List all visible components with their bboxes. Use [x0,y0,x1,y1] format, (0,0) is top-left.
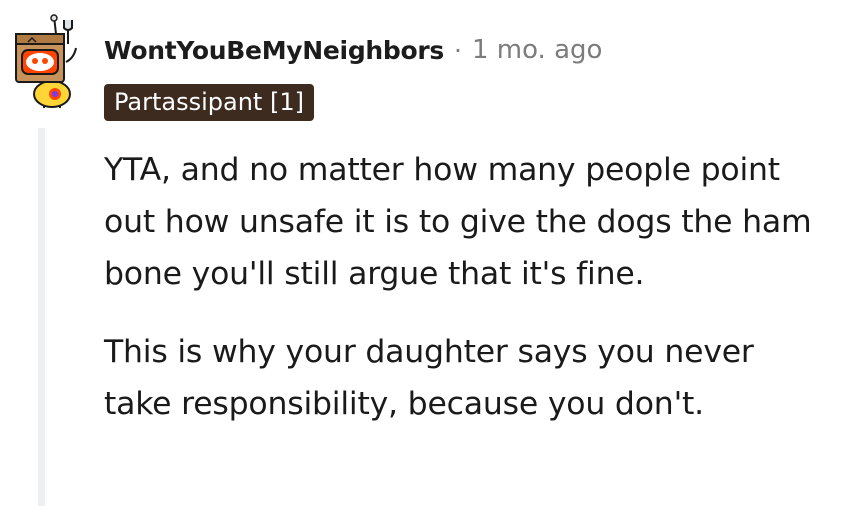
comment-paragraph: YTA, and no matter how many people point… [104,152,812,292]
comment-meta: WontYouBeMyNeighbors · 1 mo. ago [104,30,602,70]
comment-body: YTA, and no matter how many people point… [104,144,824,456]
user-flair-badge: Partassipant [1] [104,84,314,121]
comment-timestamp[interactable]: 1 mo. ago [472,35,602,65]
thread-collapse-line[interactable] [38,128,45,506]
user-avatar[interactable] [8,14,84,108]
meta-separator: · [454,35,462,65]
username-link[interactable]: WontYouBeMyNeighbors [104,36,444,65]
comment-paragraph: This is why your daughter says you never… [104,334,754,422]
comment: WontYouBeMyNeighbors · 1 mo. ago Partass… [0,0,846,506]
snoo-avatar-icon [15,14,77,108]
